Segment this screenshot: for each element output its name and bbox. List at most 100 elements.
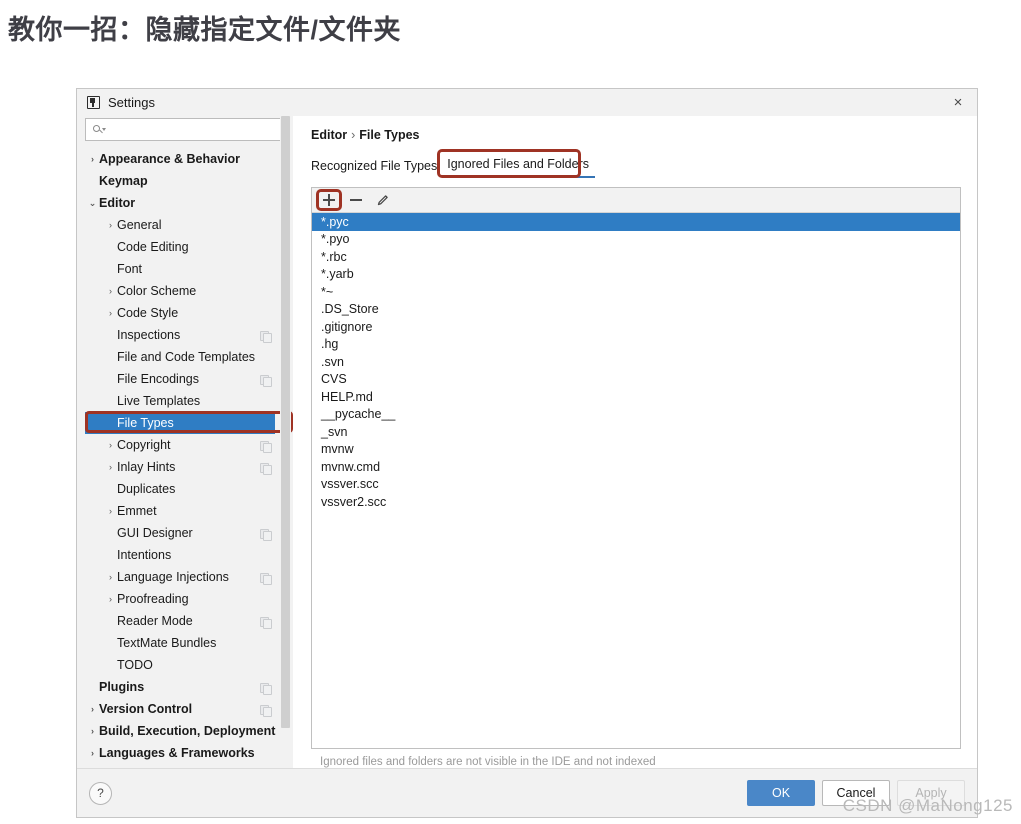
search-input[interactable]	[106, 121, 286, 138]
sidebar-item-duplicates[interactable]: ›Duplicates	[85, 478, 275, 500]
sidebar-item-live-templates[interactable]: ›Live Templates	[85, 390, 275, 412]
list-hint: Ignored files and folders are not visibl…	[320, 756, 656, 768]
help-button[interactable]: ?	[89, 781, 112, 805]
footer-button-group: OK Cancel Apply	[747, 780, 965, 806]
list-item[interactable]: .gitignore	[312, 318, 960, 336]
list-item[interactable]: HELP.md	[312, 388, 960, 406]
sidebar-item-label: Plugins	[99, 680, 145, 694]
list-item[interactable]: CVS	[312, 371, 960, 389]
edit-button[interactable]	[372, 190, 394, 210]
sidebar-item-languages-frameworks[interactable]: › Languages & Frameworks	[85, 742, 275, 764]
sidebar-item-color-scheme[interactable]: › Color Scheme	[85, 280, 275, 302]
chevron-right-icon[interactable]: ›	[86, 704, 99, 714]
list-item[interactable]: mvnw.cmd	[312, 458, 960, 476]
sidebar-item-label: Copyright	[117, 438, 171, 452]
sidebar-item-label: Language Injections	[117, 570, 229, 584]
chevron-right-icon[interactable]: ›	[86, 154, 99, 164]
search-box[interactable]	[85, 118, 287, 141]
breadcrumb-root[interactable]: Editor	[311, 128, 347, 142]
sidebar-item-plugins[interactable]: ›Plugins	[85, 676, 275, 698]
chevron-right-icon[interactable]: ›	[104, 440, 117, 450]
page-title: 教你一招：隐藏指定文件/文件夹	[8, 15, 402, 45]
list-item[interactable]: *.pyc	[312, 213, 960, 231]
list-item[interactable]: .hg	[312, 336, 960, 354]
tab-recognized-file-types[interactable]: Recognized File Types	[311, 159, 443, 178]
settings-window-icon	[87, 96, 100, 109]
sidebar-item-emmet[interactable]: › Emmet	[85, 500, 275, 522]
list-item[interactable]: mvnw	[312, 441, 960, 459]
chevron-right-icon[interactable]: ›	[104, 220, 117, 230]
dialog-body: ›Appearance & Behavior›Keymap⌄Editor›Gen…	[77, 116, 977, 768]
sidebar-scrollbar[interactable]	[280, 116, 291, 768]
sidebar-item-appearance-behavior[interactable]: › Appearance & Behavior	[85, 148, 275, 170]
list-item[interactable]: *.yarb	[312, 266, 960, 284]
list-item[interactable]: _svn	[312, 423, 960, 441]
sidebar-item-copyright[interactable]: › Copyright	[85, 434, 275, 456]
chevron-right-icon[interactable]: ›	[86, 726, 99, 736]
settings-dialog: Settings × ›Appearance & Behavior›Keymap…	[76, 88, 978, 818]
tab-ignored-files-and-folders[interactable]: Ignored Files and Folders	[443, 157, 595, 178]
chevron-right-icon[interactable]: ›	[104, 308, 117, 318]
list-item[interactable]: *~	[312, 283, 960, 301]
sidebar-item-label: GUI Designer	[117, 526, 193, 540]
sidebar-item-editor[interactable]: ⌄ Editor	[85, 192, 275, 214]
sidebar-scrollbar-thumb[interactable]	[281, 116, 290, 728]
sidebar-item-textmate-bundles[interactable]: ›TextMate Bundles	[85, 632, 275, 654]
dialog-title: Settings	[108, 95, 155, 110]
list-item[interactable]: __pycache__	[312, 406, 960, 424]
chevron-right-icon[interactable]: ›	[104, 462, 117, 472]
sidebar-item-reader-mode[interactable]: ›Reader Mode	[85, 610, 275, 632]
sidebar-item-general[interactable]: › General	[85, 214, 275, 236]
sidebar-item-inlay-hints[interactable]: › Inlay Hints	[85, 456, 275, 478]
sidebar-item-file-encodings[interactable]: ›File Encodings	[85, 368, 275, 390]
settings-sidebar: ›Appearance & Behavior›Keymap⌄Editor›Gen…	[77, 116, 293, 768]
sidebar-item-file-types[interactable]: ›File Types	[85, 412, 275, 434]
list-item[interactable]: .svn	[312, 353, 960, 371]
ignored-file-list[interactable]: *.pyc *.pyo *.rbc *.yarb *~ .DS_Store .gitigno…	[312, 213, 960, 748]
sidebar-item-label: Keymap	[99, 174, 148, 188]
sidebar-item-keymap[interactable]: ›Keymap	[85, 170, 275, 192]
sidebar-item-label: Reader Mode	[117, 614, 193, 628]
remove-button[interactable]	[345, 190, 367, 210]
sidebar-item-label: Proofreading	[117, 592, 189, 606]
sidebar-item-file-and-code-templates[interactable]: ›File and Code Templates	[85, 346, 275, 368]
chevron-right-icon[interactable]: ›	[104, 594, 117, 604]
chevron-right-icon[interactable]: ›	[104, 286, 117, 296]
plus-icon	[323, 194, 335, 206]
sidebar-item-label: TODO	[117, 658, 153, 672]
sidebar-item-font[interactable]: ›Font	[85, 258, 275, 280]
sidebar-item-label: Duplicates	[117, 482, 176, 496]
breadcrumb: Editor › File Types	[311, 116, 961, 153]
sidebar-item-label: File Encodings	[117, 372, 199, 386]
settings-tree: ›Appearance & Behavior›Keymap⌄Editor›Gen…	[85, 148, 293, 768]
sidebar-item-version-control[interactable]: › Version Control	[85, 698, 275, 720]
sidebar-item-build-execution-deployment[interactable]: › Build, Execution, Deployment	[85, 720, 275, 742]
sidebar-item-inspections[interactable]: ›Inspections	[85, 324, 275, 346]
chevron-right-icon[interactable]: ›	[104, 506, 117, 516]
sidebar-item-label: Code Style	[117, 306, 179, 320]
sidebar-item-label: File Types	[117, 416, 174, 430]
sidebar-item-label: TextMate Bundles	[117, 636, 217, 650]
list-item[interactable]: .DS_Store	[312, 301, 960, 319]
sidebar-item-code-style[interactable]: › Code Style	[85, 302, 275, 324]
sidebar-item-todo[interactable]: ›TODO	[85, 654, 275, 676]
list-item[interactable]: *.pyo	[312, 231, 960, 249]
add-button[interactable]	[318, 190, 340, 210]
ok-button[interactable]: OK	[747, 780, 815, 806]
list-item[interactable]: vssver.scc	[312, 476, 960, 494]
chevron-right-icon[interactable]: ›	[104, 572, 117, 582]
tab-bar: Recognized File Types Ignored Files and F…	[311, 149, 961, 178]
list-item[interactable]: *.rbc	[312, 248, 960, 266]
chevron-right-icon[interactable]: ›	[86, 748, 99, 758]
sidebar-item-proofreading[interactable]: › Proofreading	[85, 588, 275, 610]
sidebar-item-gui-designer[interactable]: ›GUI Designer	[85, 522, 275, 544]
chevron-down-icon[interactable]: ⌄	[86, 198, 99, 209]
list-item[interactable]: vssver2.scc	[312, 493, 960, 511]
close-icon[interactable]: ×	[943, 89, 973, 115]
dialog-titlebar: Settings ×	[77, 89, 977, 116]
sidebar-item-code-editing[interactable]: ›Code Editing	[85, 236, 275, 258]
sidebar-item-label: Intentions	[117, 548, 172, 562]
sidebar-item-language-injections[interactable]: › Language Injections	[85, 566, 275, 588]
sidebar-item-intentions[interactable]: ›Intentions	[85, 544, 275, 566]
cancel-button[interactable]: Cancel	[822, 780, 890, 806]
